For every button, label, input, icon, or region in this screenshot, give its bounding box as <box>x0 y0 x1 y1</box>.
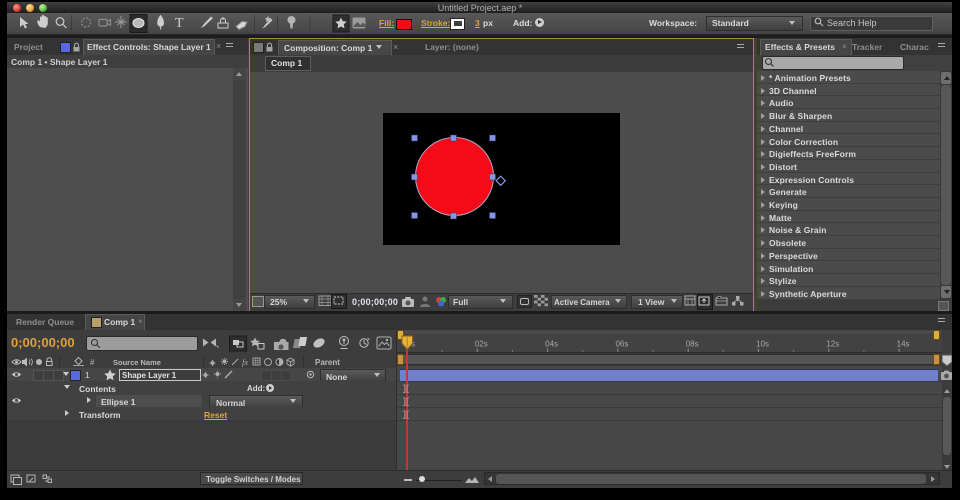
svg-text:Parent: Parent <box>315 358 340 367</box>
svg-text:14s: 14s <box>897 340 910 349</box>
svg-text:02s: 02s <box>475 340 488 349</box>
svg-text:Source Name: Source Name <box>113 358 161 367</box>
svg-text:04s: 04s <box>545 340 558 349</box>
svg-text:06s: 06s <box>615 340 628 349</box>
svg-text:fx: fx <box>242 357 248 367</box>
svg-text:#: # <box>90 358 95 367</box>
svg-text:12s: 12s <box>826 340 839 349</box>
svg-text:10s: 10s <box>756 340 769 349</box>
svg-text:T: T <box>175 16 184 31</box>
svg-text:08s: 08s <box>686 340 699 349</box>
